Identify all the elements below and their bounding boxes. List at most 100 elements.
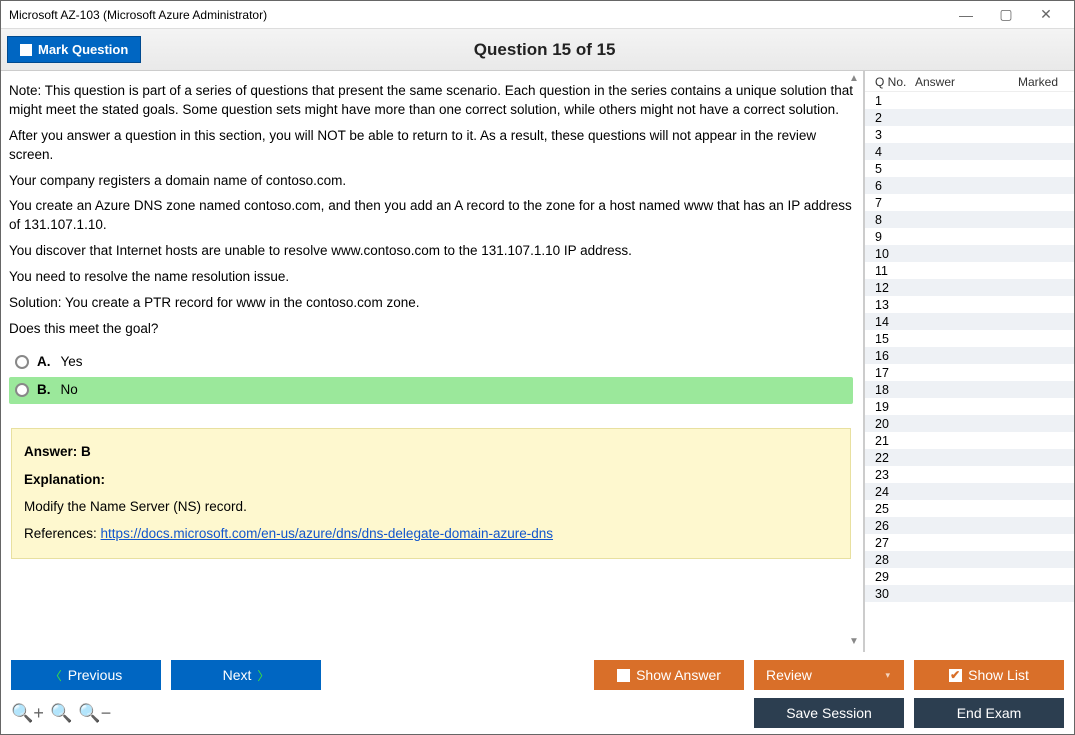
qno-cell: 16	[875, 349, 915, 363]
show-answer-button[interactable]: Show Answer	[594, 660, 744, 690]
question-paragraph: You discover that Internet hosts are una…	[9, 242, 853, 261]
question-list-row[interactable]: 10	[865, 245, 1074, 262]
question-list-row[interactable]: 1	[865, 92, 1074, 109]
question-content: Note: This question is part of a series …	[1, 71, 863, 571]
close-button[interactable]: ✕	[1026, 2, 1066, 28]
question-counter-title: Question 15 of 15	[141, 40, 948, 60]
col-marked: Marked	[1018, 75, 1068, 89]
body: ▲ Note: This question is part of a serie…	[1, 71, 1074, 652]
question-list-row[interactable]: 25	[865, 500, 1074, 517]
question-scroll-area[interactable]: ▲ Note: This question is part of a serie…	[1, 71, 864, 652]
question-list-row[interactable]: 24	[865, 483, 1074, 500]
question-list-row[interactable]: 15	[865, 330, 1074, 347]
qno-cell: 6	[875, 179, 915, 193]
option-text: Yes	[61, 353, 83, 372]
zoom-reset-icon[interactable]: 🔍	[50, 703, 72, 724]
qno-cell: 4	[875, 145, 915, 159]
end-exam-button[interactable]: End Exam	[914, 698, 1064, 728]
qno-cell: 15	[875, 332, 915, 346]
question-list-row[interactable]: 9	[865, 228, 1074, 245]
review-label: Review	[766, 667, 812, 683]
show-answer-checkbox-icon	[617, 669, 630, 682]
qno-cell: 17	[875, 366, 915, 380]
zoom-out-icon[interactable]: 🔍−	[78, 703, 111, 724]
option-text: No	[61, 381, 78, 400]
show-list-checkbox-icon	[949, 669, 962, 682]
titlebar: Microsoft AZ-103 (Microsoft Azure Admini…	[1, 1, 1074, 29]
qno-cell: 2	[875, 111, 915, 125]
question-list-row[interactable]: 19	[865, 398, 1074, 415]
question-paragraph: Does this meet the goal?	[9, 320, 853, 339]
question-list-row[interactable]: 6	[865, 177, 1074, 194]
references-link[interactable]: https://docs.microsoft.com/en-us/azure/d…	[101, 526, 553, 541]
qno-cell: 14	[875, 315, 915, 329]
question-list-row[interactable]: 29	[865, 568, 1074, 585]
end-exam-label: End Exam	[957, 705, 1022, 721]
option-letter: B.	[37, 381, 51, 400]
save-session-button[interactable]: Save Session	[754, 698, 904, 728]
question-list-row[interactable]: 2	[865, 109, 1074, 126]
question-list-row[interactable]: 26	[865, 517, 1074, 534]
answer-option[interactable]: B. No	[9, 377, 853, 404]
qno-cell: 5	[875, 162, 915, 176]
question-list-row[interactable]: 4	[865, 143, 1074, 160]
chevron-left-icon: 〈	[50, 667, 62, 684]
show-list-button[interactable]: Show List	[914, 660, 1064, 690]
question-list-row[interactable]: 18	[865, 381, 1074, 398]
question-list-row[interactable]: 12	[865, 279, 1074, 296]
zoom-in-icon[interactable]: 🔍+	[11, 703, 44, 724]
qno-cell: 23	[875, 468, 915, 482]
next-button[interactable]: Next 〉	[171, 660, 321, 690]
explanation-text: Modify the Name Server (NS) record.	[24, 498, 838, 517]
footer-row-1: 〈 Previous Next 〉 Show Answer Review ▾ S…	[11, 660, 1064, 690]
minimize-button[interactable]: —	[946, 2, 986, 28]
previous-label: Previous	[68, 667, 122, 683]
show-list-label: Show List	[968, 667, 1029, 683]
qno-cell: 3	[875, 128, 915, 142]
qno-cell: 13	[875, 298, 915, 312]
question-list-row[interactable]: 5	[865, 160, 1074, 177]
question-list-row[interactable]: 28	[865, 551, 1074, 568]
question-list-row[interactable]: 16	[865, 347, 1074, 364]
previous-button[interactable]: 〈 Previous	[11, 660, 161, 690]
question-list-row[interactable]: 7	[865, 194, 1074, 211]
question-list-row[interactable]: 30	[865, 585, 1074, 602]
qno-cell: 11	[875, 264, 915, 278]
footer: 〈 Previous Next 〉 Show Answer Review ▾ S…	[1, 652, 1074, 734]
app-window: Microsoft AZ-103 (Microsoft Azure Admini…	[0, 0, 1075, 735]
scroll-up-icon[interactable]: ▲	[847, 73, 861, 87]
main-column: ▲ Note: This question is part of a serie…	[1, 71, 864, 652]
references-line: References: https://docs.microsoft.com/e…	[24, 525, 838, 544]
question-list-row[interactable]: 3	[865, 126, 1074, 143]
answer-option[interactable]: A. Yes	[9, 349, 853, 376]
col-qno: Q No.	[875, 75, 915, 89]
scroll-down-icon[interactable]: ▼	[847, 636, 861, 650]
question-list-row[interactable]: 22	[865, 449, 1074, 466]
maximize-button[interactable]: ▢	[986, 2, 1026, 28]
qno-cell: 9	[875, 230, 915, 244]
question-list-row[interactable]: 21	[865, 432, 1074, 449]
question-list-row[interactable]: 13	[865, 296, 1074, 313]
col-answer: Answer	[915, 75, 1018, 89]
save-session-label: Save Session	[786, 705, 872, 721]
question-list-row[interactable]: 27	[865, 534, 1074, 551]
qno-cell: 18	[875, 383, 915, 397]
qno-cell: 29	[875, 570, 915, 584]
qno-cell: 30	[875, 587, 915, 601]
review-dropdown[interactable]: Review ▾	[754, 660, 904, 690]
question-list-row[interactable]: 23	[865, 466, 1074, 483]
qno-cell: 27	[875, 536, 915, 550]
question-list-row[interactable]: 20	[865, 415, 1074, 432]
qno-cell: 21	[875, 434, 915, 448]
question-list-row[interactable]: 11	[865, 262, 1074, 279]
question-paragraphs: Note: This question is part of a series …	[9, 82, 853, 339]
mark-question-button[interactable]: Mark Question	[7, 36, 141, 63]
question-list-row[interactable]: 8	[865, 211, 1074, 228]
question-list-header: Q No. Answer Marked	[865, 71, 1074, 92]
question-list-panel: Q No. Answer Marked 12345678910111213141…	[864, 71, 1074, 652]
question-list-row[interactable]: 17	[865, 364, 1074, 381]
question-list[interactable]: 1234567891011121314151617181920212223242…	[865, 92, 1074, 652]
question-list-row[interactable]: 14	[865, 313, 1074, 330]
radio-icon	[15, 383, 29, 397]
option-letter: A.	[37, 353, 51, 372]
